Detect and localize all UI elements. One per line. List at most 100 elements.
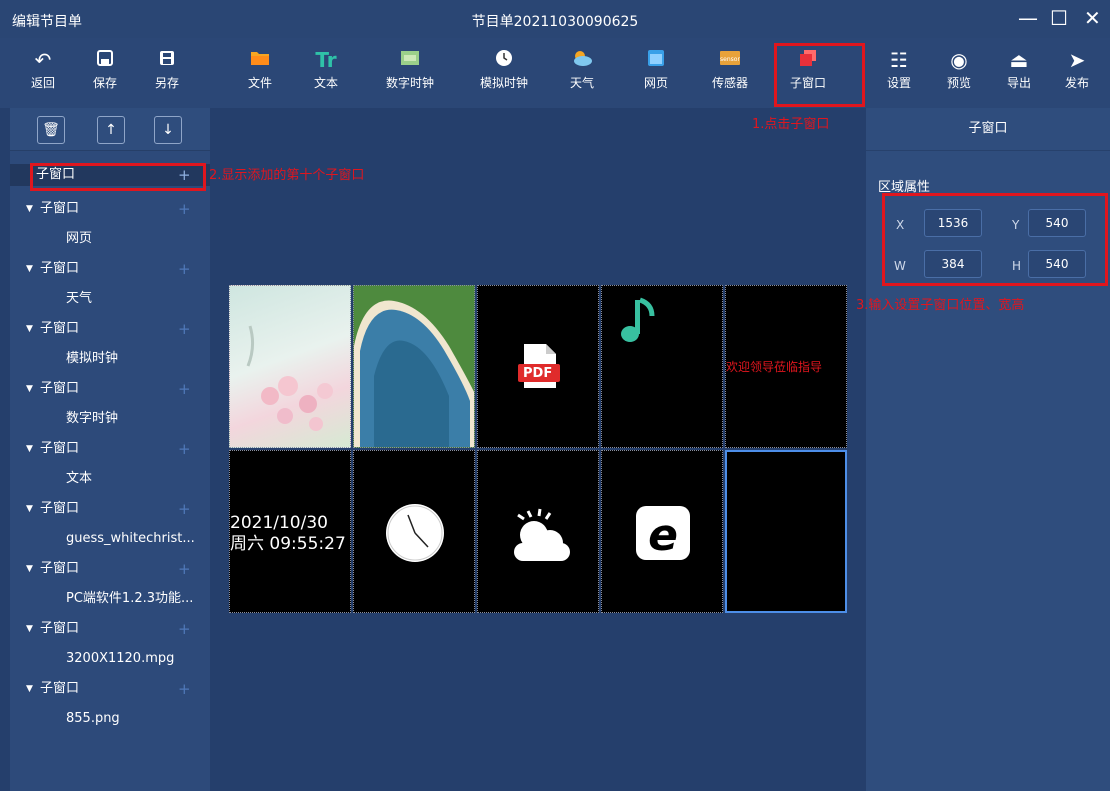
add-icon[interactable]: +: [178, 678, 191, 700]
save-as-button[interactable]: 另存: [144, 46, 190, 91]
tree-item-label: 子窗口: [40, 501, 80, 516]
save-button[interactable]: 保存: [82, 46, 128, 91]
webpage-button[interactable]: 网页: [626, 46, 686, 91]
text-cell[interactable]: 欢迎领导莅临指导: [725, 285, 847, 448]
analog-clock-button[interactable]: 模拟时钟: [474, 46, 534, 91]
caret-down-icon: ▼: [26, 204, 33, 214]
tree-item[interactable]: ▼ 子窗口 +: [10, 678, 210, 700]
webpage-label: 网页: [643, 76, 668, 90]
caret-down-icon: ▼: [26, 444, 33, 454]
settings-icon: ☷: [890, 48, 908, 72]
sensor-icon: sensor: [700, 46, 760, 74]
pdf-label: PDF: [523, 366, 553, 381]
back-label: 返回: [30, 76, 55, 90]
tree-child[interactable]: 3200X1120.mpg: [10, 648, 210, 670]
send-icon: ➤: [1068, 48, 1086, 72]
tree-item[interactable]: ▼ 子窗口 +: [10, 378, 210, 400]
pdf-cell[interactable]: PDF: [477, 285, 599, 448]
tree-child[interactable]: 文本: [10, 468, 210, 490]
tree-item[interactable]: ▼ 子窗口 +: [10, 258, 210, 280]
text-button[interactable]: Tr 文本: [296, 46, 356, 91]
layer-tools: 🗑 ↑ ↓: [10, 108, 210, 151]
preview-button[interactable]: ◉ 预览: [936, 46, 982, 91]
tree-child[interactable]: 数字时钟: [10, 408, 210, 430]
digital-clock-button[interactable]: 数字时钟: [380, 46, 440, 91]
caret-down-icon: ▼: [26, 384, 33, 394]
save-as-label: 另存: [154, 76, 179, 90]
tree-item[interactable]: ▼ 子窗口 +: [10, 618, 210, 640]
export-button[interactable]: ⏏ 导出: [996, 46, 1042, 91]
tree-child[interactable]: 模拟时钟: [10, 348, 210, 370]
sensor-label: 传感器: [711, 76, 748, 90]
caret-down-icon: ▼: [26, 264, 33, 274]
move-up-button[interactable]: ↑: [97, 116, 125, 144]
tree-child[interactable]: PC端软件1.2.3功能...: [10, 588, 210, 610]
tree-child[interactable]: 天气: [10, 288, 210, 310]
lake-image: [354, 286, 474, 447]
add-icon[interactable]: +: [178, 618, 191, 640]
tree-item[interactable]: ▼ 子窗口 +: [10, 558, 210, 580]
image-cell-flowers[interactable]: [229, 285, 351, 448]
digital-clock-label: 数字时钟: [385, 76, 434, 90]
tree-child-label: 数字时钟: [66, 411, 119, 426]
edit-canvas[interactable]: PDF 欢迎领导莅临指导 2021/10/30 周六 09:55:27 e: [210, 108, 866, 791]
settings-label: 设置: [886, 76, 911, 90]
svg-text:e: e: [648, 510, 678, 561]
add-icon[interactable]: +: [178, 438, 191, 460]
digital-clock-cell[interactable]: 2021/10/30 周六 09:55:27: [229, 450, 351, 613]
web-cell[interactable]: e: [601, 450, 723, 613]
maximize-button[interactable]: ☐: [1050, 6, 1068, 30]
tree-item-label: 子窗口: [40, 321, 80, 336]
weather-icon: [552, 46, 612, 74]
music-cell[interactable]: [601, 285, 723, 448]
folder-icon: [230, 46, 290, 74]
tree-item[interactable]: ▼ 子窗口 +: [10, 498, 210, 520]
add-icon[interactable]: +: [178, 378, 191, 400]
panel-title: 子窗口: [866, 108, 1110, 151]
new-subwindow-cell[interactable]: [725, 450, 847, 613]
document-title: 节目单20211030090625: [471, 14, 639, 30]
tree-item[interactable]: ▼ 子窗口 +: [10, 318, 210, 340]
publish-button[interactable]: ➤ 发布: [1054, 46, 1100, 91]
weather-button[interactable]: 天气: [552, 46, 612, 91]
webpage-icon: [626, 46, 686, 74]
tree-child[interactable]: 855.png: [10, 708, 210, 730]
add-icon[interactable]: +: [178, 258, 191, 280]
sensor-button[interactable]: sensor 传感器: [700, 46, 760, 91]
add-icon[interactable]: +: [178, 198, 191, 220]
text-label: 文本: [313, 76, 338, 90]
tree-item[interactable]: ▼ 子窗口 +: [10, 438, 210, 460]
svg-text:sensor: sensor: [720, 56, 740, 63]
tree-item[interactable]: ▼ 子窗口 +: [10, 198, 210, 220]
analog-clock-cell[interactable]: [353, 450, 475, 613]
back-arrow-icon: ↶: [34, 48, 52, 72]
add-icon[interactable]: +: [178, 318, 191, 340]
weather-cell[interactable]: [477, 450, 599, 613]
tree-child-label: 模拟时钟: [66, 351, 119, 366]
annotation-step2: 2.显示添加的第十个子窗口: [209, 168, 365, 183]
tree-child-label: guess_whitechrist...: [66, 531, 195, 546]
close-button[interactable]: ✕: [1084, 6, 1101, 30]
title-bar: 编辑节目单 节目单20211030090625 — ☐ ✕: [0, 0, 1110, 39]
save-as-icon: [144, 46, 190, 74]
move-down-button[interactable]: ↓: [154, 116, 182, 144]
settings-button[interactable]: ☷ 设置: [876, 46, 922, 91]
back-button[interactable]: ↶ 返回: [20, 46, 66, 91]
add-icon[interactable]: +: [178, 558, 191, 580]
image-cell-lake[interactable]: [353, 285, 475, 448]
add-icon[interactable]: +: [178, 498, 191, 520]
caret-down-icon: ▼: [26, 504, 33, 514]
tree-item-label: 子窗口: [40, 261, 80, 276]
tree-item-label: 子窗口: [40, 621, 80, 636]
delete-button[interactable]: 🗑: [37, 116, 65, 144]
tree-child[interactable]: 网页: [10, 228, 210, 250]
annotation-step1: 1.点击子窗口: [752, 117, 830, 132]
caret-down-icon: ▼: [26, 564, 33, 574]
layer-panel: 🗑 ↑ ↓ 子窗口 + ▼ 子窗口 + 网页 ▼ 子窗口 + 天气 ▼ 子窗口 + 模拟时钟…: [10, 108, 210, 791]
file-button[interactable]: 文件: [230, 46, 290, 91]
save-icon: [82, 46, 128, 74]
tree-child-label: 3200X1120.mpg: [66, 651, 175, 666]
minimize-button[interactable]: —: [1018, 6, 1038, 30]
tree-child[interactable]: guess_whitechrist...: [10, 528, 210, 550]
caret-down-icon: ▼: [26, 624, 33, 634]
